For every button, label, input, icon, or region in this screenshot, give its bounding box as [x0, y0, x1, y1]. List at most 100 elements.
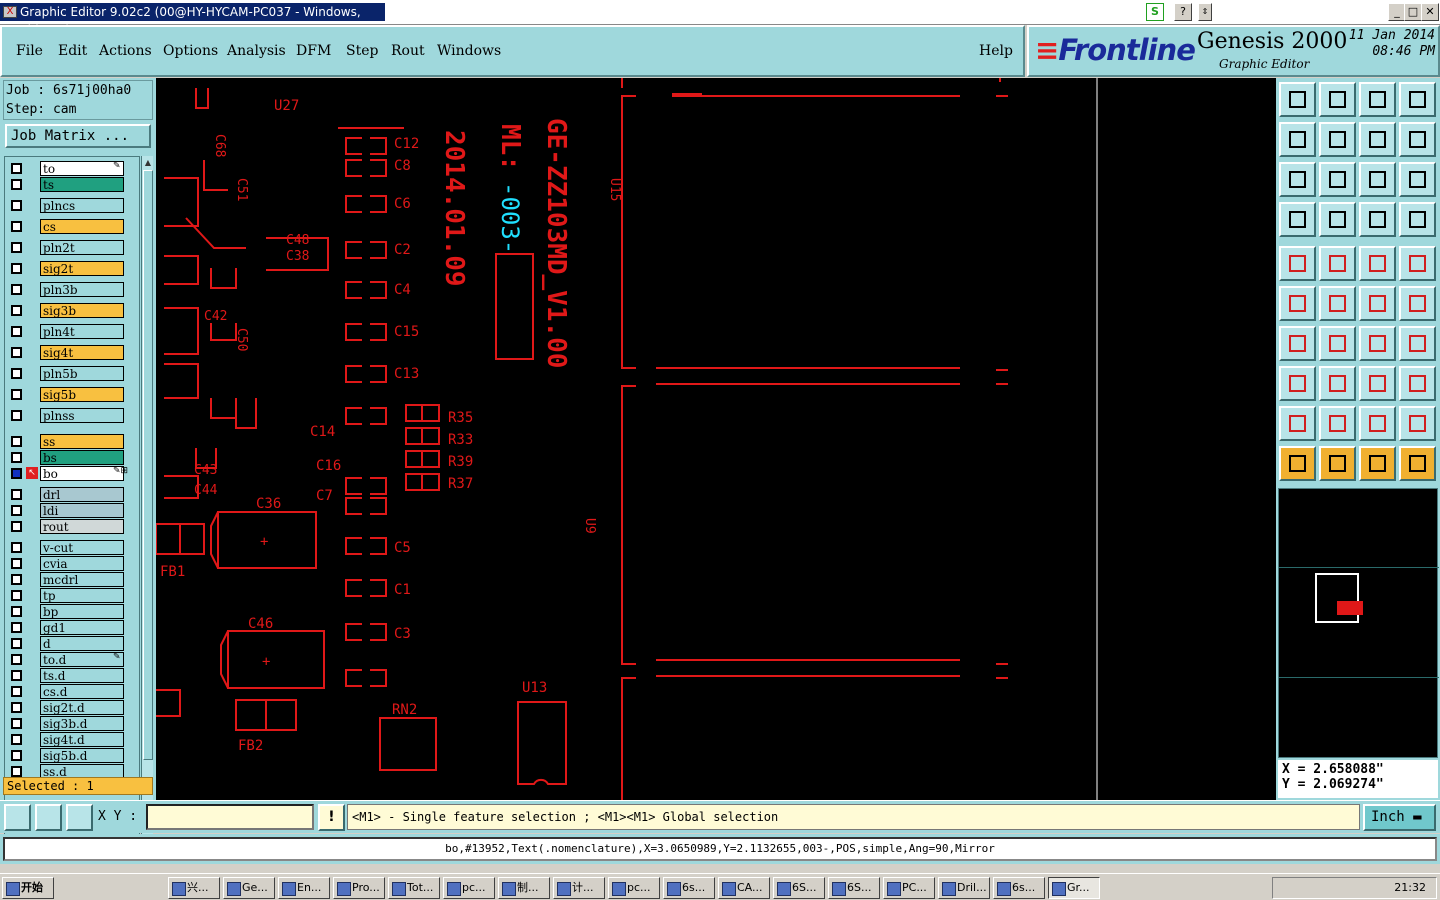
layer-row-ldi[interactable]: ldi [5, 503, 139, 518]
job-matrix-button[interactable]: Job Matrix ... [5, 124, 151, 148]
layer-name[interactable]: sig4t.d [40, 732, 124, 747]
group-icon[interactable] [1399, 366, 1436, 401]
layer-checkbox[interactable] [11, 263, 22, 274]
layer-checkbox[interactable] [11, 542, 22, 553]
layer-name[interactable]: to [40, 161, 124, 176]
layer-name[interactable]: bo [40, 466, 124, 481]
unit-selector[interactable]: Inch ▬ [1363, 804, 1436, 831]
circle-icon[interactable] [1399, 246, 1436, 281]
swap-icon[interactable] [1359, 122, 1396, 157]
taskbar-item[interactable]: Gr... [1048, 877, 1100, 899]
scroll-up-icon[interactable]: ▲ [142, 156, 154, 169]
layer-name[interactable]: cs [40, 219, 124, 234]
select-icon[interactable] [1279, 446, 1316, 481]
dot-line-icon[interactable] [1399, 286, 1436, 321]
layer-row-sig5b-d[interactable]: sig5b.d [5, 748, 139, 763]
layer-row-mcdrl[interactable]: mcdrl [5, 572, 139, 587]
layer-checkbox[interactable] [11, 718, 22, 729]
layer-checkbox[interactable] [11, 436, 22, 447]
layer-name[interactable]: d [40, 636, 124, 651]
layer-row-sig2t[interactable]: sig2t [5, 261, 139, 276]
scale-icon[interactable] [1359, 162, 1396, 197]
layer-name[interactable]: sig2t [40, 261, 124, 276]
graphic-canvas[interactable]: U27 C12 C8 C6 C2 C4 C15 C13 R35 R33 R39 … [156, 78, 1276, 800]
triangle-icon[interactable] [1279, 406, 1316, 441]
layer-checkbox[interactable] [11, 734, 22, 745]
probe-icon[interactable] [1319, 202, 1356, 237]
layer-name[interactable]: sig4t [40, 345, 124, 360]
layer-name[interactable]: mcdrl [40, 572, 124, 587]
ruler-icon[interactable] [1359, 246, 1396, 281]
mirror-icon[interactable] [1399, 326, 1436, 361]
import-icon[interactable] [1279, 122, 1316, 157]
layer-checkbox[interactable] [11, 389, 22, 400]
layer-checkbox[interactable] [11, 221, 22, 232]
xy-input[interactable] [146, 804, 314, 830]
taskbar-item[interactable]: En... [278, 877, 330, 899]
layer-name[interactable]: cs.d [40, 684, 124, 699]
layer-checkbox[interactable] [11, 368, 22, 379]
layer-name[interactable]: pln5b [40, 366, 124, 381]
graphics-icon[interactable] [1279, 202, 1316, 237]
layer-row-ss[interactable]: ss [5, 434, 139, 449]
open-icon[interactable] [1279, 82, 1316, 117]
menu-actions[interactable]: Actions [99, 43, 152, 59]
layer-checkbox[interactable] [11, 284, 22, 295]
s-tray-icon[interactable]: S [1146, 3, 1164, 21]
layer-row-ts-d[interactable]: ts.d [5, 668, 139, 683]
home-icon[interactable] [1359, 82, 1396, 117]
close-icon[interactable]: ✕ [1421, 3, 1439, 21]
arc-line-icon[interactable] [1319, 326, 1356, 361]
copy-icon[interactable] [1279, 366, 1316, 401]
taskbar-item[interactable]: 6S... [828, 877, 880, 899]
taskbar-item[interactable]: Ge... [223, 877, 275, 899]
layer-name[interactable]: sig2t.d [40, 700, 124, 715]
select-net-icon[interactable] [1399, 446, 1436, 481]
grid-icon[interactable] [66, 804, 93, 831]
add-line-icon[interactable] [1319, 246, 1356, 281]
layer-row-ts[interactable]: ts [5, 177, 139, 192]
layer-checkbox[interactable] [11, 200, 22, 211]
layer-row-gd1[interactable]: gd1 [5, 620, 139, 635]
taskbar-item[interactable]: Tot... [388, 877, 440, 899]
zoom-center-icon[interactable] [1319, 162, 1356, 197]
layer-name[interactable]: sig5b.d [40, 748, 124, 763]
layer-checkbox[interactable] [11, 326, 22, 337]
layer-name[interactable]: to.d [40, 652, 124, 667]
layer-name[interactable]: sig3b [40, 303, 124, 318]
layer-row-bp[interactable]: bp [5, 604, 139, 619]
menu-windows[interactable]: Windows [437, 43, 501, 59]
layer-checkbox[interactable] [11, 686, 22, 697]
taskbar-item[interactable]: 6S... [773, 877, 825, 899]
zoom-box-icon[interactable] [4, 804, 31, 831]
layer-scrollbar[interactable]: ▲ ▼ [141, 156, 153, 850]
layer-row-rout[interactable]: rout [5, 519, 139, 534]
layer-row-sig4t-d[interactable]: sig4t.d [5, 732, 139, 747]
layer-name[interactable]: ss [40, 434, 124, 449]
alert-icon[interactable]: ! [318, 804, 345, 831]
layer-row-pln2t[interactable]: pln2t [5, 240, 139, 255]
angle-icon[interactable] [1279, 326, 1316, 361]
layer-checkbox[interactable] [11, 410, 22, 421]
measure-icon[interactable] [35, 804, 62, 831]
layer-checkbox[interactable] [11, 305, 22, 316]
layer-row-tp[interactable]: tp [5, 588, 139, 603]
layer-row-sig3b[interactable]: sig3b [5, 303, 139, 318]
layer-name[interactable]: ts [40, 177, 124, 192]
layer-checkbox[interactable] [11, 242, 22, 253]
layer-row-bs[interactable]: bs [5, 450, 139, 465]
select-box-icon[interactable] [1319, 446, 1356, 481]
layer-name[interactable]: gd1 [40, 620, 124, 635]
layer-checkbox[interactable] [11, 468, 22, 479]
menu-help[interactable]: Help [979, 43, 1013, 59]
layer-row-sig4t[interactable]: sig4t [5, 345, 139, 360]
start-button[interactable]: 开始 [2, 877, 54, 899]
snap-icon[interactable] [1399, 122, 1436, 157]
scroll-thumb[interactable] [143, 170, 153, 760]
layer-list[interactable]: to ✎ ts plncs cs pln2t sig2t pln3b sig3b pln4t sig… [4, 156, 140, 850]
taskbar-item[interactable]: CA... [718, 877, 770, 899]
overview-viewport[interactable] [1315, 573, 1359, 623]
layer-row-sig2t-d[interactable]: sig2t.d [5, 700, 139, 715]
layer-checkbox[interactable] [11, 574, 22, 585]
layer-row-sig3b-d[interactable]: sig3b.d [5, 716, 139, 731]
